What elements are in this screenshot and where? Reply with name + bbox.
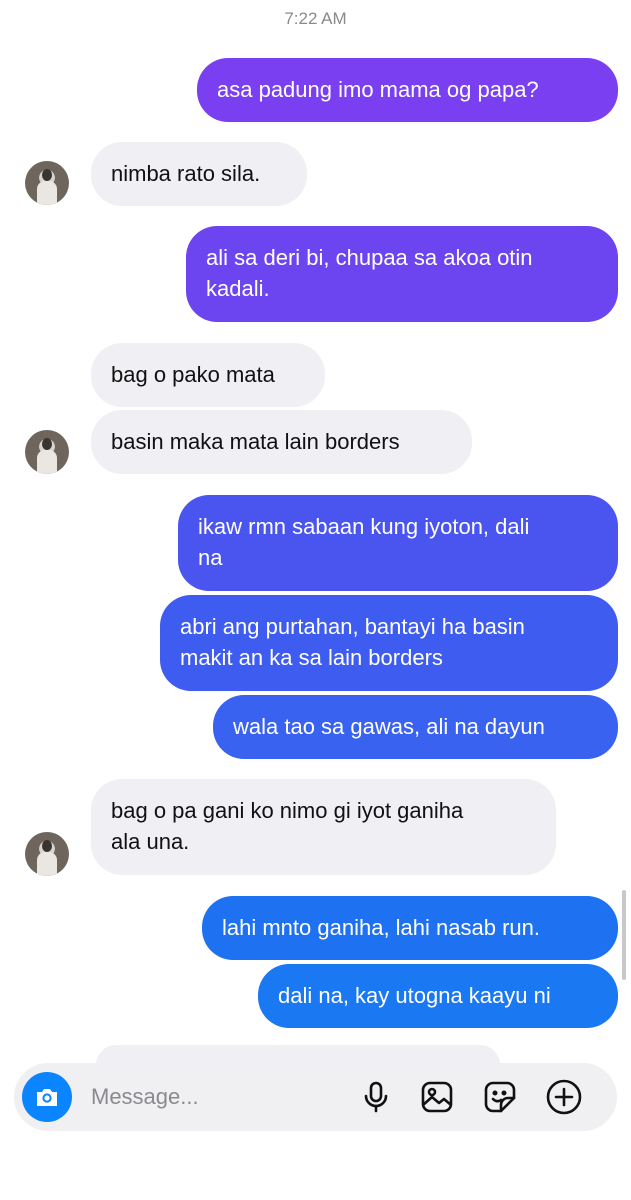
message-composer: Message... (14, 1063, 617, 1131)
message-text-line: abri ang purtahan, bantayi ha basin (180, 614, 525, 639)
scrollbar[interactable] (622, 890, 626, 980)
message-bubble-incoming[interactable]: bag o pako mata (91, 343, 325, 407)
message-text-line: ikaw rmn sabaan kung iyoton, dali (198, 514, 530, 539)
message-bubble-incoming[interactable]: bag o pa gani ko nimo gi iyot ganiha ala… (91, 779, 556, 875)
message-text-line: ali sa deri bi, chupaa sa akoa otin (206, 245, 533, 270)
add-button[interactable] (544, 1077, 584, 1117)
contact-avatar[interactable] (25, 161, 69, 205)
message-text-line: ala una. (111, 829, 190, 854)
message-bubble-outgoing[interactable]: wala tao sa gawas, ali na dayun (213, 695, 618, 759)
message-bubble-outgoing[interactable]: lahi mnto ganiha, lahi nasab run. (202, 896, 618, 960)
message-text: wala tao sa gawas, ali na dayun (233, 714, 545, 739)
message-text-line: na (198, 545, 223, 570)
partial-message-bubble (96, 1045, 500, 1065)
camera-icon (37, 1089, 57, 1106)
message-text: nimba rato sila. (111, 161, 261, 186)
message-text: bag o pako mata (111, 362, 275, 387)
message-text: basin maka mata lain borders (111, 429, 400, 454)
message-bubble-outgoing[interactable]: asa padung imo mama og papa? (197, 58, 618, 122)
microphone-button[interactable] (356, 1077, 396, 1117)
message-text-line: bag o pa gani ko nimo gi iyot ganiha (111, 798, 464, 823)
message-text-line: makit an ka sa lain borders (180, 645, 443, 670)
message-text: lahi mnto ganiha, lahi nasab run. (222, 915, 540, 940)
gallery-icon (421, 1081, 453, 1113)
sticker-icon (484, 1081, 516, 1113)
message-input[interactable]: Message... (91, 1084, 199, 1110)
contact-avatar[interactable] (25, 430, 69, 474)
message-text: asa padung imo mama og papa? (217, 77, 539, 102)
contact-avatar[interactable] (25, 832, 69, 876)
message-bubble-outgoing[interactable]: dali na, kay utogna kaayu ni (258, 964, 618, 1028)
message-bubble-incoming[interactable]: basin maka mata lain borders (91, 410, 472, 474)
message-bubble-outgoing[interactable]: abri ang purtahan, bantayi ha basin maki… (160, 595, 618, 691)
timestamp: 7:22 AM (284, 9, 347, 28)
microphone-icon (364, 1081, 388, 1113)
add-icon (546, 1079, 582, 1115)
message-text-line: kadali. (206, 276, 270, 301)
sticker-button[interactable] (480, 1077, 520, 1117)
message-bubble-outgoing[interactable]: ikaw rmn sabaan kung iyoton, dali na (178, 495, 618, 591)
camera-button[interactable] (22, 1072, 72, 1122)
message-bubble-incoming[interactable]: nimba rato sila. (91, 142, 307, 206)
message-bubble-outgoing[interactable]: ali sa deri bi, chupaa sa akoa otin kada… (186, 226, 618, 322)
message-text: dali na, kay utogna kaayu ni (278, 983, 551, 1008)
gallery-button[interactable] (417, 1077, 457, 1117)
